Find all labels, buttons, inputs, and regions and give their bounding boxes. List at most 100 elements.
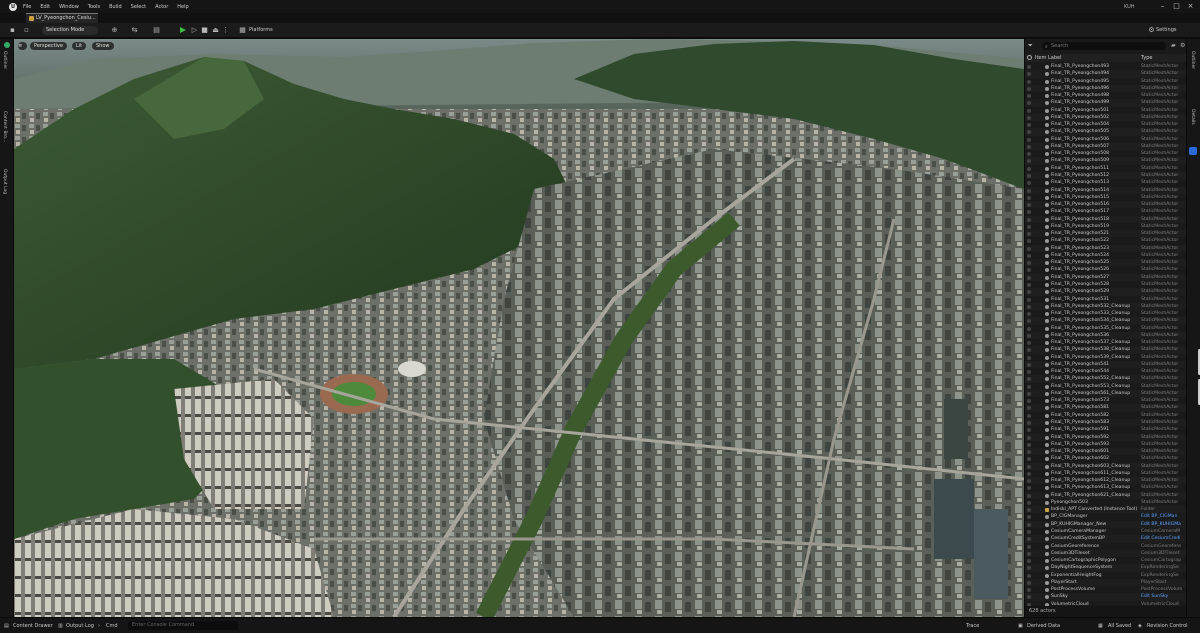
outliner-row[interactable]: Final_TR_Pyeongchon525 StaticMeshActor	[1025, 259, 1186, 267]
row-visibility-icon[interactable]	[1027, 203, 1031, 208]
outliner-row[interactable]: Final_TR_Pyeongchon603_Cleanup StaticMesh…	[1025, 462, 1186, 470]
left-tab-output-log[interactable]: Output Log	[2, 169, 7, 194]
platforms-button[interactable]: Platforms	[249, 26, 273, 35]
outliner-row[interactable]: Final_TR_Pyeongchon515 StaticMeshActor	[1025, 194, 1186, 201]
row-visibility-icon[interactable]	[1027, 290, 1031, 295]
outliner-row[interactable]: Final_TR_Pyeongchon538_Cleanup StaticMesh…	[1025, 346, 1186, 354]
outliner-row[interactable]: Final_TR_Pyeongchon583 StaticMeshActor	[1025, 419, 1186, 427]
outliner-row[interactable]: Final_TR_Pyeongchon591 StaticMeshActor	[1025, 426, 1186, 433]
gear-icon[interactable]: ⚙	[1147, 26, 1156, 35]
outliner-row[interactable]: Final_TR_Pyeongchon612_Cleanup StaticMesh…	[1025, 477, 1186, 485]
row-visibility-icon[interactable]	[1027, 500, 1031, 505]
outliner-row[interactable]: Final_TR_Pyeongchon602 StaticMeshActor	[1025, 455, 1186, 462]
outliner-row[interactable]: CesiumCartographicPolygon CesiumCartograp	[1025, 557, 1186, 564]
close-icon[interactable]: ×	[1186, 2, 1195, 11]
outliner-row[interactable]: Final_TR_Pyeongchon514 StaticMeshActor	[1025, 186, 1186, 194]
outliner-row[interactable]: Final_TR_Pyeongchon621_Cleanup StaticMesh…	[1025, 491, 1186, 499]
save-icon[interactable]: ▪	[8, 26, 17, 35]
outliner-row[interactable]: Final_TR_Pyeongchon494 StaticMeshActor	[1025, 70, 1186, 78]
row-visibility-icon[interactable]	[1027, 537, 1031, 542]
row-visibility-icon[interactable]	[1027, 261, 1031, 266]
row-visibility-icon[interactable]	[1027, 181, 1031, 186]
console-command-input[interactable]: Enter Console Command	[128, 621, 238, 630]
outliner-row[interactable]: Final_TR_Pyeongchon498 StaticMeshActor	[1025, 92, 1186, 99]
row-visibility-icon[interactable]	[1027, 304, 1031, 309]
outliner-row[interactable]: Final_TR_Pyeongchon593 StaticMeshActor	[1025, 441, 1186, 448]
row-visibility-icon[interactable]	[1027, 515, 1031, 520]
menu-build[interactable]: Build	[109, 4, 122, 10]
outliner-row[interactable]: Final_TR_Pyeongchon527 StaticMeshActor	[1025, 273, 1186, 281]
derived-data-icon[interactable]: ▣	[1018, 623, 1023, 629]
row-type[interactable]: Edit CesiumCredi	[1141, 535, 1186, 542]
row-visibility-icon[interactable]	[1027, 464, 1031, 469]
row-visibility-icon[interactable]	[1027, 86, 1031, 91]
row-visibility-icon[interactable]	[1027, 341, 1031, 346]
row-visibility-icon[interactable]	[1027, 144, 1031, 149]
outliner-row[interactable]: Final_TR_Pyeongchon601 StaticMeshActor	[1025, 448, 1186, 456]
outliner-row[interactable]: Final_TR_Pyeongchon509 StaticMeshActor	[1025, 157, 1186, 165]
outliner-row[interactable]: Final_TR_Pyeongchon499 StaticMeshActor	[1025, 99, 1186, 107]
outliner-row[interactable]: Final_TR_Pyeongchon531 StaticMeshActor	[1025, 296, 1186, 303]
outliner-row[interactable]: Final_TR_Pyeongchon506 StaticMeshActor	[1025, 136, 1186, 143]
row-visibility-icon[interactable]	[1027, 421, 1031, 426]
outliner-row[interactable]: Final_TR_Pyeongchon523 StaticMeshActor	[1025, 244, 1186, 252]
row-visibility-icon[interactable]	[1027, 319, 1031, 324]
row-visibility-icon[interactable]	[1027, 239, 1031, 244]
row-visibility-icon[interactable]	[1027, 232, 1031, 237]
row-visibility-icon[interactable]	[1027, 268, 1031, 273]
row-visibility-icon[interactable]	[1027, 173, 1031, 178]
row-visibility-icon[interactable]	[1027, 275, 1031, 280]
row-visibility-icon[interactable]	[1027, 508, 1031, 513]
outliner-row[interactable]: Final_TR_Pyeongchon519 StaticMeshActor	[1025, 223, 1186, 230]
play-options-icon[interactable]: ⋮	[221, 26, 230, 35]
row-visibility-icon[interactable]	[1027, 530, 1031, 534]
outliner-row[interactable]: Final_TR_Pyeongchon504 StaticMeshActor	[1025, 121, 1186, 128]
show-button[interactable]: Show	[92, 42, 114, 50]
outliner-row[interactable]: PostProcessVolume PostProcessVolum	[1025, 586, 1186, 593]
outliner-row[interactable]: CesiumCameraManager CesiumCameraM	[1025, 528, 1186, 535]
outliner-row[interactable]: Final_TR_Pyeongchon518 StaticMeshActor	[1025, 215, 1186, 223]
outliner-row[interactable]: Indiski_APT Converted (Instance Tool) Fol…	[1025, 506, 1186, 514]
row-visibility-icon[interactable]	[1027, 101, 1031, 106]
outliner-row[interactable]: Final_TR_Pyeongchon528 StaticMeshActor	[1025, 281, 1186, 288]
output-log-icon[interactable]: ▥	[58, 623, 63, 629]
row-visibility-icon[interactable]	[1027, 406, 1031, 411]
row-visibility-icon[interactable]	[1027, 377, 1031, 382]
outliner-row[interactable]: ExponentialHeightFog ExpRenderingSe	[1025, 572, 1186, 579]
row-type[interactable]: Edit BP_CIGMan	[1141, 513, 1186, 520]
row-visibility-icon[interactable]	[1027, 493, 1031, 498]
row-visibility-icon[interactable]	[1027, 246, 1031, 251]
outliner-row[interactable]: Final_TR_Pyeongchon552_Cleanup StaticMesh…	[1025, 375, 1186, 383]
settings-button[interactable]: Settings	[1156, 26, 1177, 35]
browse-icon[interactable]: ▫	[22, 26, 31, 35]
row-visibility-icon[interactable]	[1027, 297, 1031, 302]
outliner-row[interactable]: Final_TR_Pyeongchon581 StaticMeshActor	[1025, 404, 1186, 412]
outliner-row[interactable]: Final_TR_Pyeongchon533_Cleanup StaticMesh…	[1025, 310, 1186, 317]
right-tab-outliner[interactable]: Outliner	[1190, 51, 1195, 69]
outliner-search-input[interactable]: ⌕ Search	[1042, 42, 1166, 50]
row-visibility-icon[interactable]	[1027, 413, 1031, 418]
row-visibility-icon[interactable]	[1027, 72, 1031, 77]
lit-button[interactable]: Lit	[72, 42, 87, 50]
outliner-settings-icon[interactable]: ⚙	[1180, 42, 1185, 49]
row-visibility-icon[interactable]	[1027, 457, 1031, 462]
right-tab-details[interactable]: Details	[1190, 109, 1195, 125]
outliner-row[interactable]: Final_TR_Pyeongchon516 StaticMeshActor	[1025, 201, 1186, 209]
row-visibility-icon[interactable]	[1027, 326, 1031, 331]
outliner-row[interactable]: Final_TR_Pyeongchon513 StaticMeshActor	[1025, 179, 1186, 186]
play-icon[interactable]	[180, 27, 186, 33]
row-visibility-icon[interactable]	[1027, 312, 1031, 317]
output-log-button[interactable]: Output Log	[66, 623, 94, 629]
row-visibility-icon[interactable]	[1027, 580, 1031, 585]
outliner-row[interactable]: Final_TR_Pyeongchon501 StaticMeshActor	[1025, 107, 1186, 114]
menu-help[interactable]: Help	[177, 4, 188, 10]
outliner-row[interactable]: BP_CIGManager Edit BP_CIGMan	[1025, 513, 1186, 520]
outliner-row[interactable]: Final_TR_Pyeongchon522 StaticMeshActor	[1025, 237, 1186, 244]
blueprint-icon[interactable]: ⇆	[130, 26, 139, 35]
row-visibility-icon[interactable]	[1027, 137, 1031, 142]
row-visibility-icon[interactable]	[1027, 573, 1031, 578]
outliner-row[interactable]: Final_TR_Pyeongchon592 StaticMeshActor	[1025, 433, 1186, 441]
outliner-row[interactable]: PlayerStart PlayerStart	[1025, 578, 1186, 587]
row-visibility-icon[interactable]	[1027, 224, 1031, 229]
outliner-row[interactable]: Final_TR_Pyeongchon582 StaticMeshActor	[1025, 412, 1186, 419]
